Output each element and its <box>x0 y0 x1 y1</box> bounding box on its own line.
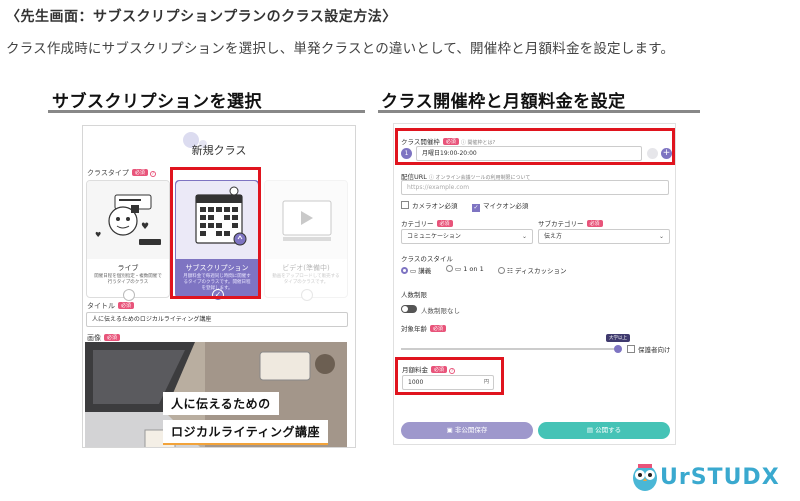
card-name: ライブ <box>117 264 139 272</box>
capacity-label: 人数制限 <box>401 291 427 299</box>
style-option-discussion[interactable]: ☷ ディスカッション <box>498 265 566 275</box>
capacity-toggle[interactable] <box>401 305 417 313</box>
age-slider-handle[interactable] <box>614 345 622 353</box>
radio-circle[interactable] <box>123 289 135 301</box>
section-heading-slot-and-fee: クラス開催枠と月額料金を設定 <box>381 92 626 112</box>
required-badge: 必須 <box>118 302 135 309</box>
owl-mascot-icon <box>633 464 657 491</box>
class-type-label: クラスタイプ 必須? <box>87 169 156 177</box>
video-illustration-icon <box>282 200 332 241</box>
required-badge: 必須 <box>131 169 148 176</box>
checkbox-icon[interactable] <box>401 201 409 209</box>
banner-text-line2: ロジカルライティング講座 <box>163 420 329 445</box>
required-badge: 必須 <box>430 325 447 332</box>
modal-title: 新規クラス <box>191 144 247 157</box>
age-slider-tooltip: 大学以上 <box>606 334 630 342</box>
class-settings-screen: クラス開催枠 必須 ⓘ 開催枠とは? 1 月曜日19:00-20:00 + 配信UR… <box>393 123 676 445</box>
help-icon[interactable]: ? <box>149 171 156 177</box>
title-label: タイトル 必須 <box>87 301 135 311</box>
chevron-down-icon: ⌄ <box>521 233 527 240</box>
camera-checkbox[interactable]: カメラオン必須 <box>401 200 458 210</box>
new-class-screen: 新規クラス クラスタイプ 必須? ♥ ♥ ライブ 開催日程を個別指定・複数開催で行… <box>82 125 356 448</box>
chevron-down-icon: ⌄ <box>658 233 664 240</box>
card-description: 開催日程を個別指定・複数開催で行うタイプのクラス <box>94 274 162 285</box>
save-private-button[interactable]: ▣ 非公開保存 <box>401 422 533 439</box>
subcategory-label: サブカテゴリー 必須 <box>538 218 603 228</box>
required-badge: 必須 <box>436 220 453 227</box>
radio-circle <box>301 289 313 301</box>
card-illustration: ♥ ♥ <box>87 181 169 259</box>
monitor-icon: ▭ <box>455 265 462 273</box>
svg-text:♥: ♥ <box>95 231 101 239</box>
class-type-card-video: ビデオ(準備中) 動画をアップロードして販売するタイプのクラスです。 <box>264 180 348 301</box>
card-illustration <box>265 181 347 259</box>
radio-selected-icon[interactable] <box>401 267 408 274</box>
required-badge: 必須 <box>586 220 603 227</box>
page-title: 〈先生画面：サブスクリプションプランのクラス設定方法〉 <box>6 9 397 25</box>
target-age-label: 対象年齢 必須 <box>401 323 447 333</box>
subcategory-select[interactable]: 伝え方 ⌄ <box>538 229 670 244</box>
lecture-icon: ▭ <box>410 267 417 275</box>
banner-text-line1: 人に伝えるための <box>163 392 279 415</box>
style-option-lecture[interactable]: ▭ 講義 <box>401 265 431 275</box>
highlight-box-monthly-fee <box>395 357 504 395</box>
style-option-one-on-one[interactable]: ▭ 1 on 1 <box>446 265 484 273</box>
mic-checkbox[interactable]: ✓ マイクオン必須 <box>472 200 528 212</box>
highlight-box-slot <box>395 128 675 165</box>
class-image[interactable]: 人に伝えるための ロジカルライティング講座 <box>85 342 347 447</box>
guardian-checkbox[interactable]: 保護者向け <box>627 344 671 354</box>
publish-button[interactable]: ▤ 公開する <box>538 422 670 439</box>
brand-logo-text: UrSTUDX <box>660 465 780 490</box>
class-style-label: クラスのスタイル <box>401 255 453 263</box>
card-description: 動画をアップロードして販売するタイプのクラスです。 <box>272 274 340 285</box>
class-type-card-live[interactable]: ♥ ♥ ライブ 開催日程を個別指定・複数開催で行うタイプのクラス <box>86 180 170 301</box>
section-underline-right <box>378 110 700 113</box>
section-heading-select-subscription: サブスクリプションを選択 <box>52 92 262 112</box>
section-underline-left <box>48 110 365 113</box>
category-select[interactable]: コミュニケーション ⌄ <box>401 229 533 244</box>
radio-icon[interactable] <box>498 267 505 274</box>
publish-icon: ▤ <box>586 426 594 434</box>
live-illustration-icon: ♥ ♥ <box>95 194 161 245</box>
required-badge: 必須 <box>104 334 121 341</box>
card-name: ビデオ(準備中) <box>282 264 330 272</box>
save-icon: ▣ <box>446 426 453 434</box>
category-label: カテゴリー 必須 <box>401 218 453 228</box>
capacity-value: 人数制限なし <box>421 307 460 315</box>
radio-icon[interactable] <box>446 265 453 272</box>
page-description: クラス作成時にサブスクリプションを選択し、単発クラスとの違いとして、開催枠と月額… <box>6 41 675 57</box>
delivery-url-input[interactable]: https://example.com <box>401 180 669 195</box>
age-slider-track[interactable] <box>401 348 619 350</box>
checkbox-icon[interactable] <box>627 345 635 353</box>
discussion-icon: ☷ <box>507 267 513 275</box>
highlight-box-subscription <box>170 167 261 299</box>
title-input[interactable]: 人に伝えるためのロジカルライティング講座 <box>86 312 348 327</box>
checkbox-checked-icon[interactable]: ✓ <box>472 204 480 212</box>
svg-text:♥: ♥ <box>141 222 149 232</box>
